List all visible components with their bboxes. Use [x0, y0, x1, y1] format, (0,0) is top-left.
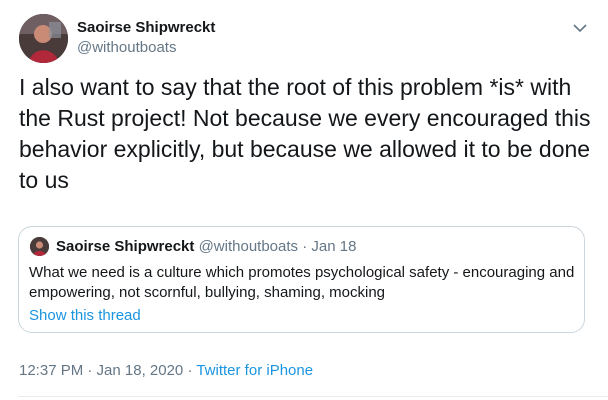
- chevron-down-icon[interactable]: [570, 18, 590, 38]
- quoted-author-handle: @withoutboats: [198, 238, 299, 255]
- quoted-date: Jan 18: [311, 238, 357, 255]
- quoted-header: Saoirse Shipwreckt @withoutboats · Jan 1…: [56, 238, 356, 255]
- tweet-text: I also want to say that the root of this…: [19, 74, 591, 193]
- quoted-text: What we need is a culture which promotes…: [29, 264, 575, 301]
- author-handle[interactable]: @withoutboats: [77, 39, 176, 56]
- show-thread-link[interactable]: Show this thread: [29, 307, 141, 324]
- tweet-footer: 12:37 PM · Jan 18, 2020 · Twitter for iP…: [19, 362, 313, 379]
- timestamp[interactable]: 12:37 PM · Jan 18, 2020: [19, 362, 183, 379]
- quoted-tweet[interactable]: Saoirse Shipwreckt @withoutboats · Jan 1…: [18, 226, 585, 333]
- source-link[interactable]: Twitter for iPhone: [196, 362, 313, 379]
- footer-separator: ·: [183, 362, 197, 379]
- quoted-separator: ·: [298, 238, 312, 255]
- quoted-author-name: Saoirse Shipwreckt: [56, 238, 195, 255]
- divider: [18, 396, 608, 397]
- tweet-card: Saoirse Shipwreckt @withoutboats I also …: [0, 0, 608, 400]
- author-name[interactable]: Saoirse Shipwreckt: [77, 19, 215, 36]
- avatar[interactable]: [19, 14, 68, 63]
- quoted-avatar: [30, 237, 49, 256]
